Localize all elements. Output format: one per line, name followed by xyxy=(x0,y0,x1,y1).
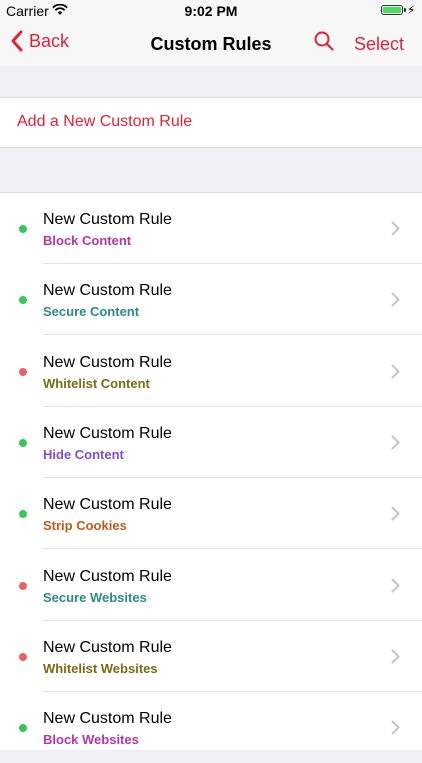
rule-title: New Custom Rule xyxy=(43,496,172,514)
status-bar: Carrier 9:02 PM ⚡ xyxy=(0,0,422,22)
chevron-right-icon xyxy=(391,364,400,379)
chevron-right-icon xyxy=(391,649,400,664)
search-icon xyxy=(314,31,334,51)
chevron-right-icon xyxy=(391,578,400,592)
chevron-right-icon xyxy=(391,292,400,307)
rule-type: Whitelist Websites xyxy=(43,660,158,676)
chevron-right-icon xyxy=(391,720,400,735)
rules-list: New Custom Rule Block Content New Custom R… xyxy=(0,192,422,750)
rule-row[interactable]: New Custom Rule Whitelist Content xyxy=(0,336,422,407)
status-time: 9:02 PM xyxy=(184,3,238,19)
rule-row[interactable]: New Custom Rule Block Content xyxy=(0,193,422,264)
battery-icon xyxy=(381,5,406,15)
rule-type: Block Websites xyxy=(43,732,139,748)
rule-title: New Custom Rule xyxy=(43,710,172,728)
status-dot-icon xyxy=(19,438,27,447)
add-custom-rule-cell[interactable]: Add a New Custom Rule xyxy=(0,97,422,148)
chevron-right-icon xyxy=(391,435,400,450)
rule-row[interactable]: New Custom Rule Whitelist Websites xyxy=(0,621,422,692)
rule-title: New Custom Rule xyxy=(43,211,172,228)
status-dot-icon xyxy=(19,724,27,733)
rule-type: Secure Websites xyxy=(43,589,147,605)
rule-row[interactable]: New Custom Rule Secure Content xyxy=(0,264,422,336)
select-button[interactable]: Select xyxy=(354,34,404,55)
status-dot-icon xyxy=(19,296,27,305)
rule-type: Secure Content xyxy=(43,304,140,320)
rule-row[interactable]: New Custom Rule Strip Cookies xyxy=(0,478,422,550)
navigation-bar: Back Custom Rules Select xyxy=(0,22,422,66)
add-custom-rule-label: Add a New Custom Rule xyxy=(17,113,193,130)
status-dot-icon xyxy=(19,225,27,233)
status-dot-icon xyxy=(19,510,27,519)
status-dot-icon xyxy=(19,367,27,376)
status-dot-icon xyxy=(19,652,27,661)
rule-type: Strip Cookies xyxy=(43,518,127,534)
rule-title: New Custom Rule xyxy=(43,282,172,300)
rule-title: New Custom Rule xyxy=(43,638,172,656)
status-dot-icon xyxy=(19,581,27,590)
rule-title: New Custom Rule xyxy=(43,424,172,442)
charging-bolt-icon: ⚡ xyxy=(407,3,416,17)
chevron-right-icon xyxy=(391,221,400,236)
chevron-right-icon xyxy=(391,506,400,521)
rule-row[interactable]: New Custom Rule Block Websites xyxy=(0,692,422,763)
rule-row[interactable]: New Custom Rule Hide Content xyxy=(0,407,422,478)
rule-row[interactable]: New Custom Rule Secure Websites xyxy=(0,550,422,621)
rule-type: Hide Content xyxy=(43,446,124,462)
rule-title: New Custom Rule xyxy=(43,567,172,585)
search-button[interactable] xyxy=(313,30,335,57)
rule-type: Block Content xyxy=(43,233,132,248)
rule-title: New Custom Rule xyxy=(43,353,172,371)
rule-type: Whitelist Content xyxy=(43,375,150,391)
